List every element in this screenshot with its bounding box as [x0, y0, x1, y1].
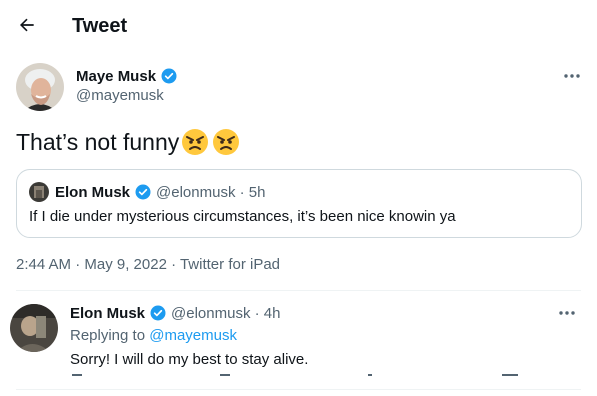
quoted-text: If I die under mysterious circumstances,…	[29, 208, 456, 225]
quoted-tweet[interactable]: Elon Musk @elonmusk · 5h If I die under …	[16, 169, 582, 238]
arrow-left-icon	[20, 18, 34, 32]
quoted-avatar	[29, 182, 49, 202]
author-name[interactable]: Maye Musk	[76, 68, 156, 85]
reply-icon[interactable]	[72, 374, 82, 376]
tweet-text-block: That’s not funny	[16, 128, 240, 156]
replying-handle-link[interactable]: @mayemusk	[149, 327, 237, 344]
tweet-text: That’s not funny	[16, 128, 180, 155]
author-handle[interactable]: @mayemusk	[76, 87, 178, 104]
like-icon[interactable]	[368, 374, 372, 376]
quoted-author-name: Elon Musk	[55, 183, 131, 201]
quoted-author-meta: @elonmusk · 5h	[156, 183, 266, 201]
tweet-header: Tweet	[0, 0, 597, 52]
verified-badge-icon	[161, 68, 177, 84]
more-options-button[interactable]	[560, 66, 584, 86]
angry-face-icon	[213, 129, 240, 155]
divider	[16, 290, 581, 291]
more-horizontal-icon	[559, 311, 575, 315]
tweet-author: Maye Musk @mayemusk	[76, 67, 178, 104]
verified-badge-icon	[135, 184, 151, 200]
page-title: Tweet	[72, 15, 128, 37]
replying-prefix: Replying to	[70, 327, 146, 344]
verified-badge-icon	[150, 305, 166, 321]
divider	[16, 389, 581, 390]
avatar[interactable]	[16, 63, 64, 111]
reply-author-name[interactable]: Elon Musk	[70, 305, 145, 322]
retweet-icon[interactable]	[220, 374, 230, 376]
more-horizontal-icon	[564, 74, 580, 78]
reply-tweet: Elon Musk @elonmusk · 4h Replying to @ma…	[70, 304, 309, 369]
tweet-timestamp[interactable]: 2:44 AM · May 9, 2022 · Twitter for iPad	[16, 256, 280, 273]
reply-more-options-button[interactable]	[555, 303, 579, 323]
reply-text: Sorry! I will do my best to stay alive.	[70, 351, 309, 368]
back-button[interactable]	[12, 10, 42, 40]
share-icon[interactable]	[502, 374, 518, 376]
reply-author-meta[interactable]: @elonmusk · 4h	[171, 305, 280, 322]
angry-face-icon	[182, 129, 209, 155]
reply-avatar[interactable]	[10, 304, 58, 352]
replying-to: Replying to @mayemusk	[70, 327, 308, 344]
